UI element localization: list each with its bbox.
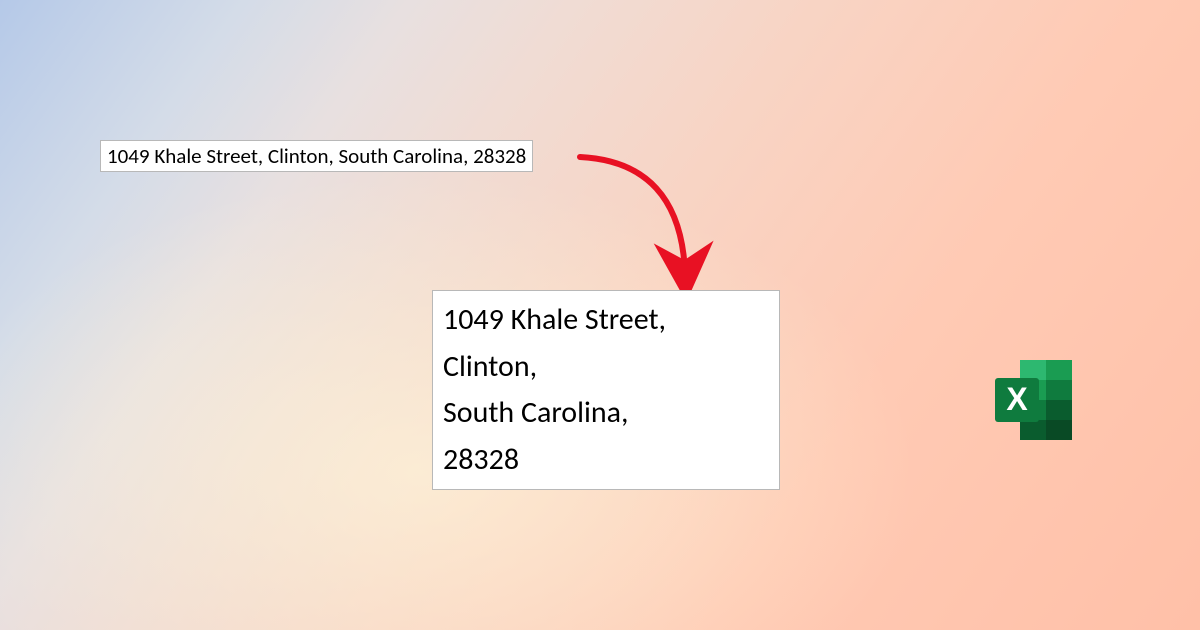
source-cell: 1049 Khale Street, Clinton, South Caroli… <box>100 140 533 172</box>
svg-text:X: X <box>1006 381 1028 417</box>
result-cell: 1049 Khale Street, Clinton, South Caroli… <box>432 290 780 490</box>
result-line-4: 28328 <box>443 437 769 484</box>
result-line-2: Clinton, <box>443 344 769 391</box>
source-cell-text: 1049 Khale Street, Clinton, South Caroli… <box>107 143 526 169</box>
arrow-icon <box>570 142 770 302</box>
result-line-1: 1049 Khale Street, <box>443 297 769 344</box>
result-line-3: South Carolina, <box>443 390 769 437</box>
excel-icon: X <box>985 350 1085 450</box>
